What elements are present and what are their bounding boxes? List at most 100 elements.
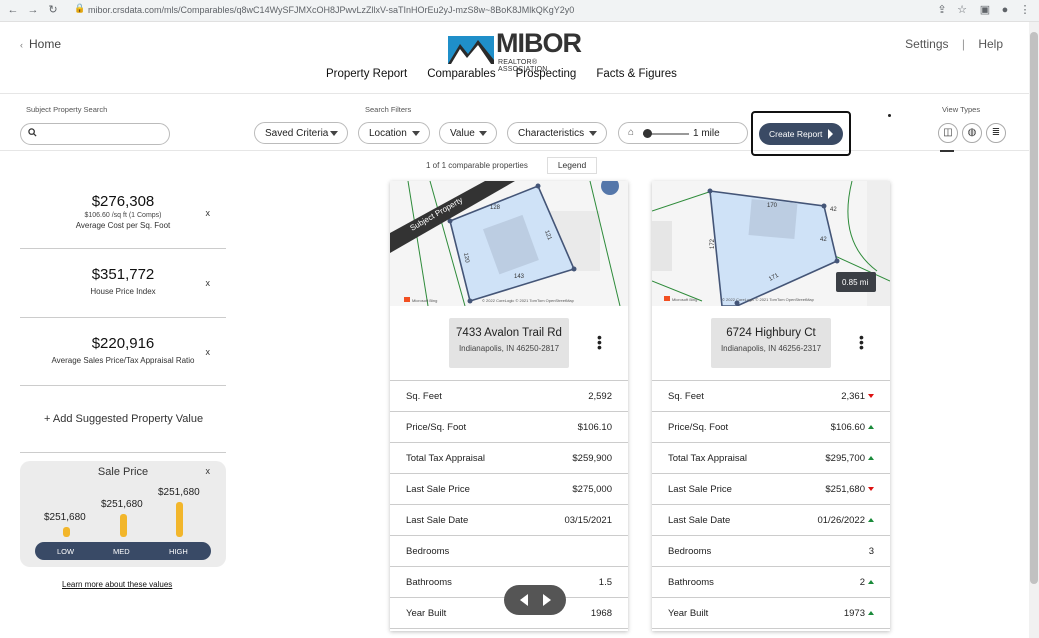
stat-value: $276,308	[91, 193, 155, 210]
svg-text:42: 42	[820, 237, 827, 243]
row-value-text: $106.60	[830, 422, 865, 433]
remove-stat-button[interactable]: x	[206, 278, 211, 288]
characteristics-label: Characteristics	[518, 128, 585, 139]
distance-slider-handle[interactable]	[643, 129, 652, 138]
row-label: Last Sale Date	[406, 515, 469, 526]
mibor-logo[interactable]: MIBOR REALTOR® ASSOCIATION	[448, 28, 583, 73]
row-value: $275,000	[572, 484, 612, 495]
reload-icon[interactable]: ↻	[46, 3, 60, 17]
search-filters-label: Search Filters	[365, 105, 412, 114]
row-label: Total Tax Appraisal	[406, 453, 486, 464]
row-value: 2,592	[588, 391, 612, 402]
add-suggested-value-button[interactable]: + Add Suggested Property Value	[44, 413, 203, 425]
bookmark-star-icon[interactable]: ☆	[955, 3, 969, 17]
address-street: 6724 Highbury Ct	[726, 327, 816, 339]
side-panel-icon[interactable]: ▣	[978, 3, 992, 17]
address-box[interactable]: 6724 Highbury Ct Indianapolis, IN 46256-…	[711, 318, 831, 368]
stat-subvalue: $106.60 /sq ft (1 Comps)	[84, 212, 162, 219]
property-map[interactable]: Subject Property 128 121 120 143 Microso…	[390, 181, 628, 306]
subject-search-input[interactable]	[41, 127, 161, 141]
svg-text:© 2022 CoreLogic © 2021 TomTo: © 2022 CoreLogic © 2021 TomTom OpenStree…	[722, 297, 815, 302]
card-view-icon[interactable]: ◫	[938, 123, 958, 143]
subject-property-card: Subject Property 128 121 120 143 Microso…	[390, 181, 628, 631]
trend-up-icon	[868, 425, 874, 429]
property-map[interactable]: 170 42 42 172 171 0.85 mi Microsoft Bing…	[652, 181, 890, 306]
page-scrollbar[interactable]	[1029, 22, 1039, 638]
chevron-left-icon: ‹	[20, 40, 23, 50]
row-label: Last Sale Date	[668, 515, 731, 526]
caret-down-icon	[412, 131, 420, 136]
distance-slider-control[interactable]: ⌂ 1 mile	[618, 122, 748, 144]
list-view-icon[interactable]: ≣	[986, 123, 1006, 143]
sale-price-card: Sale Price x $251,680 $251,680 $251,680 …	[20, 461, 226, 567]
address-box[interactable]: 7433 Avalon Trail Rd Indianapolis, IN 46…	[449, 318, 569, 368]
row-value: 1968	[591, 608, 612, 619]
table-row: Last Sale Price $275,000	[390, 474, 628, 505]
forward-icon[interactable]: →	[26, 3, 40, 17]
row-value: 1.5	[599, 577, 612, 588]
caret-down-icon	[479, 131, 487, 136]
table-row: Last Sale Price $251,680	[652, 474, 890, 505]
row-value-text: $295,700	[825, 453, 865, 464]
row-value: $251,680	[825, 484, 874, 495]
saved-criteria-dropdown[interactable]: Saved Criteria	[254, 122, 348, 144]
remove-stat-button[interactable]: x	[206, 347, 211, 357]
location-label: Location	[369, 128, 407, 139]
med-label: MED	[113, 547, 130, 556]
value-dropdown[interactable]: Value	[439, 122, 497, 144]
location-dropdown[interactable]: Location	[358, 122, 430, 144]
main-nav: Property Report Comparables Prospecting …	[326, 68, 697, 80]
previous-arrow-icon[interactable]	[520, 594, 528, 606]
more-options-icon[interactable]: • • •	[859, 330, 864, 354]
address-bar[interactable]: mibor.crsdata.com/mls/Comparables/q8wC14…	[88, 5, 574, 15]
row-label: Last Sale Price	[668, 484, 732, 495]
row-value: $106.60	[831, 422, 874, 433]
row-label: Price/Sq. Foot	[668, 422, 729, 433]
more-options-icon[interactable]: • • •	[597, 330, 602, 354]
top-right-links: Settings | Help	[895, 37, 1003, 51]
row-label: Sq. Feet	[668, 391, 704, 402]
help-link[interactable]: Help	[978, 37, 1003, 51]
row-value: 3	[869, 546, 874, 557]
active-view-indicator	[940, 150, 954, 152]
create-report-button[interactable]: Create Report	[759, 123, 843, 145]
comparables-count: 1 of 1 comparable properties	[426, 161, 528, 170]
back-icon[interactable]: ←	[6, 3, 20, 17]
map-view-icon[interactable]: ◍	[962, 123, 982, 143]
settings-link[interactable]: Settings	[905, 37, 948, 51]
remove-sale-price-button[interactable]: x	[206, 466, 211, 476]
row-value-text: 1.5	[598, 577, 612, 588]
row-value: 01/26/2022	[817, 515, 874, 526]
svg-text:170: 170	[767, 203, 778, 209]
nav-property-report[interactable]: Property Report	[326, 68, 407, 80]
subject-search-box[interactable]	[20, 123, 170, 145]
share-icon[interactable]: ⇪	[935, 3, 949, 17]
legend-button[interactable]: Legend	[547, 157, 597, 174]
row-value-text: $275,000	[572, 484, 612, 495]
sale-med-value: $251,680	[101, 499, 143, 510]
table-row: Bedrooms	[390, 536, 628, 567]
profile-icon[interactable]: ●	[998, 3, 1012, 17]
characteristics-dropdown[interactable]: Characteristics	[507, 122, 607, 144]
nav-prospecting[interactable]: Prospecting	[516, 68, 577, 80]
row-value: $295,700	[825, 453, 874, 464]
next-arrow-icon[interactable]	[543, 594, 551, 606]
scrollbar-thumb[interactable]	[1030, 32, 1038, 584]
nav-facts-figures[interactable]: Facts & Figures	[596, 68, 677, 80]
remove-stat-button[interactable]: x	[206, 208, 211, 218]
view-types-label: View Types	[942, 105, 981, 114]
svg-text:© 2022 CoreLogic © 2021 TomTo: © 2022 CoreLogic © 2021 TomTom OpenStree…	[482, 298, 575, 303]
table-row: Total Tax Appraisal $259,900	[390, 443, 628, 474]
logo-text: MIBOR	[496, 28, 582, 58]
row-value: $106.10	[578, 422, 612, 433]
sale-low-bar	[63, 527, 70, 537]
learn-more-link[interactable]: Learn more about these values	[62, 580, 172, 589]
nav-comparables[interactable]: Comparables	[427, 68, 495, 80]
browser-menu-icon[interactable]: ⋮	[1018, 3, 1032, 17]
home-label: Home	[29, 37, 62, 51]
row-label: Bathrooms	[668, 577, 714, 588]
divider	[20, 452, 226, 453]
home-link[interactable]: ‹ Home	[20, 37, 61, 51]
table-row: Price/Sq. Foot $106.10	[390, 412, 628, 443]
high-label: HIGH	[169, 547, 188, 556]
